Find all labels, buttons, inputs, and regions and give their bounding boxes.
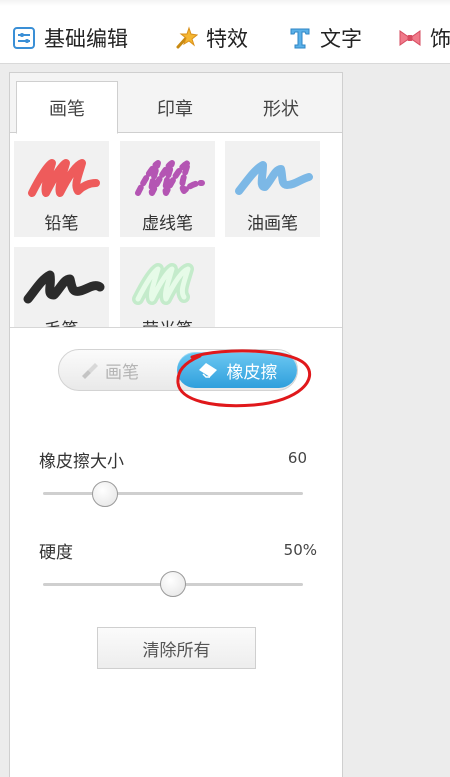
eraser-size-track[interactable] [43, 492, 303, 495]
panel-tabbar: 画笔 印章 形状 [10, 73, 342, 134]
pencil-brush-stroke-icon [28, 159, 100, 197]
basic-edit-icon [13, 27, 35, 49]
brush-ink[interactable]: 毛笔 [14, 247, 109, 327]
brush-highlighter-label: 荧光笔 [120, 315, 215, 327]
highlighter-brush-stroke-icon [132, 263, 194, 305]
menu-decoration[interactable]: 饰 [398, 20, 450, 56]
brush-panel: 画笔 印章 形状 铅笔 虚线笔 油画笔 画笔 橡皮擦 橡皮擦大小 60 硬度 5… [9, 72, 343, 777]
menu-text[interactable]: 文字 [288, 20, 362, 56]
ink-brush-stroke-icon [23, 270, 105, 304]
toggle-brush-label: 画笔 [105, 362, 139, 383]
tab-shape[interactable]: 形状 [230, 81, 332, 134]
top-menubar: 基础编辑 特效 文字 饰 [0, 0, 450, 64]
tab-stamp[interactable]: 印章 [124, 81, 226, 134]
tab-shape-label: 形状 [263, 98, 299, 120]
bow-decoration-icon [399, 30, 421, 46]
brush-pencil-label: 铅笔 [44, 214, 79, 234]
menu-effects[interactable]: 特效 [174, 20, 248, 56]
menu-text-label: 文字 [320, 27, 362, 51]
magic-wand-icon [176, 26, 198, 49]
tab-stamp-label: 印章 [157, 98, 193, 120]
brush-grid: 铅笔 虚线笔 油画笔 毛笔 荧光笔 [14, 141, 338, 327]
eraser-size-label: 橡皮擦大小 [39, 452, 124, 472]
brush-oil-label: 油画笔 [247, 214, 298, 234]
eraser-size-slider-knob[interactable] [92, 481, 119, 507]
brush-pencil[interactable]: 铅笔 [14, 141, 109, 237]
brush-oil[interactable]: 油画笔 [225, 141, 320, 237]
hardness-value: 50% [283, 541, 317, 559]
brush-ink-label: 毛笔 [14, 315, 109, 327]
menu-effects-label: 特效 [206, 27, 248, 51]
tab-brush-label: 画笔 [49, 98, 85, 120]
tab-brush[interactable]: 画笔 [16, 81, 118, 134]
menu-decoration-label: 饰 [430, 27, 450, 51]
red-highlight-ring [176, 349, 312, 408]
toggle-brush-option[interactable]: 画笔 [79, 350, 139, 390]
menu-basic-edit[interactable]: 基础编辑 [12, 20, 128, 56]
dashed-brush-stroke-icon [135, 160, 205, 196]
brush-dashed[interactable]: 虚线笔 [120, 141, 215, 237]
menu-basic-edit-label: 基础编辑 [44, 27, 128, 51]
brush-highlighter[interactable]: 荧光笔 [120, 247, 215, 327]
clear-all-button[interactable]: 清除所有 [97, 627, 256, 669]
eraser-size-value: 60 [287, 449, 307, 467]
hardness-label: 硬度 [39, 543, 73, 563]
panel-divider [10, 327, 342, 328]
brush-dashed-label: 虚线笔 [142, 214, 193, 234]
brush-tool-icon [82, 363, 98, 379]
menubar-top-strip [0, 0, 450, 6]
clear-all-label: 清除所有 [142, 640, 211, 661]
text-t-icon [290, 28, 310, 49]
hardness-slider-knob[interactable] [160, 571, 186, 597]
oil-brush-stroke-icon [235, 161, 313, 195]
